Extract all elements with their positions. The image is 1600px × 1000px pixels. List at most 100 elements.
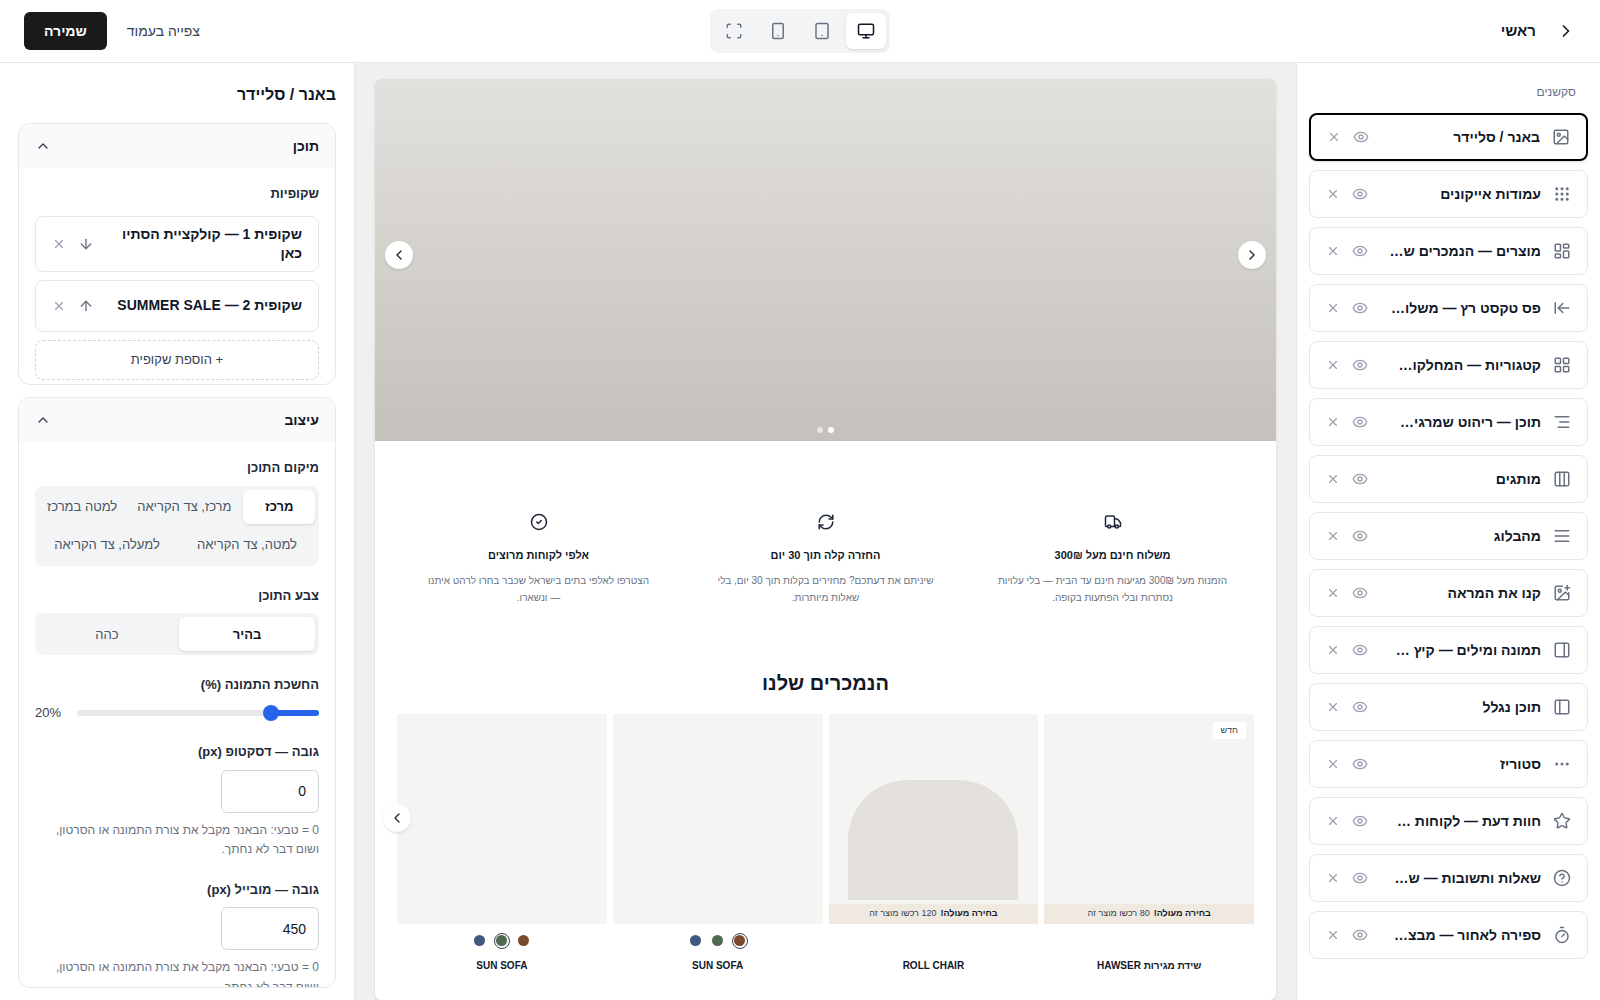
eye-icon[interactable] [1352,585,1368,601]
save-button[interactable]: שמירה [24,12,107,50]
eye-icon[interactable] [1352,357,1368,373]
eye-icon[interactable] [1352,756,1368,772]
section-item[interactable]: ספירה לאחור — מבצ… [1309,911,1588,959]
product-card[interactable]: חדשבחירה מעולה!80 רכשו מוצר זהשידת מגירו… [1044,714,1254,973]
card-header[interactable]: עיצוב [19,398,335,442]
section-type-icon [1553,926,1571,944]
section-type-icon [1553,470,1571,488]
eye-icon[interactable] [1352,642,1368,658]
close-icon[interactable] [1326,757,1340,771]
close-icon[interactable] [1326,928,1340,942]
view-page-link[interactable]: צפייה בעמוד [119,13,208,50]
section-item[interactable]: סטוריז [1309,740,1588,788]
section-type-icon [1553,185,1571,203]
color-swatch[interactable] [516,933,532,949]
color-swatch[interactable] [688,933,704,949]
eye-icon[interactable] [1352,870,1368,886]
banner-dot[interactable] [828,427,834,433]
segment-option[interactable]: מרכז [243,490,315,524]
close-icon[interactable] [1326,814,1340,828]
section-item[interactable]: עמודות אייקונים [1309,170,1588,218]
product-promo: בחירה מעולה!120 רכשו מוצר זה [829,904,1039,924]
color-swatch[interactable] [472,933,488,949]
close-icon[interactable] [1326,358,1340,372]
banner-prev-button[interactable] [385,241,413,269]
eye-icon[interactable] [1352,813,1368,829]
card-header[interactable]: תוכן [19,124,335,168]
remove-icon[interactable] [52,237,66,251]
device-button[interactable] [802,13,842,49]
segment-option[interactable]: מרכז, צד הקריאה [129,490,239,524]
eye-icon[interactable] [1353,129,1369,145]
eye-icon[interactable] [1352,300,1368,316]
section-item[interactable]: קטגוריות — המחלקו… [1309,341,1588,389]
section-type-icon [1553,698,1571,716]
back-button[interactable]: ראשי [1501,20,1576,43]
color-swatch[interactable] [710,933,726,949]
close-icon[interactable] [1326,472,1340,486]
section-item[interactable]: חוות דעת — לקוחות … [1309,797,1588,845]
banner-dot[interactable] [817,427,823,433]
segment-option[interactable]: למעלה, צד הקריאה [39,528,175,562]
section-item[interactable]: תמונה ומילים — קיץ … [1309,626,1588,674]
overlay-slider[interactable] [77,710,319,716]
slide-item[interactable]: שקופית 2 — SUMMER SALE [35,280,319,332]
close-icon[interactable] [1326,244,1340,258]
device-button[interactable] [714,13,754,49]
page-builder: ראשי צפייה בעמוד שמירה סקשנים באנר / סליידר ע… [0,0,1600,1000]
eye-icon[interactable] [1352,471,1368,487]
feature-icon [530,513,548,531]
slider-thumb[interactable] [263,705,279,721]
add-slide-button[interactable]: + הוספת שקופית [35,340,319,380]
eye-icon[interactable] [1352,243,1368,259]
slide-item[interactable]: שקופית 1 — קולקציית הסתיו כאן [35,216,319,273]
section-item[interactable]: מהבלוג [1309,512,1588,560]
segment-option[interactable]: למטה, צד הקריאה [179,528,315,562]
height-input[interactable] [221,907,319,950]
device-button[interactable] [758,13,798,49]
close-icon[interactable] [1326,586,1340,600]
product-name: SUN SOFA [613,958,823,973]
remove-icon[interactable] [52,299,66,313]
eye-icon[interactable] [1352,528,1368,544]
section-type-icon [1553,869,1571,887]
section-item[interactable]: מוצרים — הנמכרים ש… [1309,227,1588,275]
close-icon[interactable] [1326,301,1340,315]
color-swatch[interactable] [732,933,748,949]
product-card[interactable]: SUN SOFA [613,714,823,973]
products-prev-button[interactable] [383,804,411,832]
section-type-icon [1553,755,1571,773]
close-icon[interactable] [1326,187,1340,201]
fullscreen-icon [725,22,743,40]
segment-option[interactable]: כהה [39,617,175,651]
eye-icon[interactable] [1352,186,1368,202]
move-up-icon[interactable] [78,298,94,314]
section-item[interactable]: תוכן נגלל [1309,683,1588,731]
eye-icon[interactable] [1352,414,1368,430]
segment-option[interactable]: בהיר [179,617,315,651]
section-item[interactable]: פס טקסט רץ — משלו… [1309,284,1588,332]
eye-icon[interactable] [1352,927,1368,943]
product-card[interactable]: בחירה מעולה!120 רכשו מוצר זהROLL CHAIR [829,714,1039,973]
product-card[interactable]: SUN SOFA [397,714,607,973]
banner-next-button[interactable] [1238,241,1266,269]
close-icon[interactable] [1326,415,1340,429]
height-input[interactable] [221,770,319,813]
section-item[interactable]: תוכן — ריהוט שמרגי… [1309,398,1588,446]
color-swatch[interactable] [494,933,510,949]
section-item[interactable]: קנו את המראה [1309,569,1588,617]
segment-option[interactable]: למטה במרכז [39,490,125,524]
sections-title: סקשנים [1309,83,1588,101]
close-icon[interactable] [1326,529,1340,543]
section-item[interactable]: באנר / סליידר [1309,113,1588,161]
chevron-right-icon [1244,247,1260,263]
device-button[interactable] [846,13,886,49]
section-item[interactable]: מותגים [1309,455,1588,503]
section-item[interactable]: שאלות ותשובות — ש… [1309,854,1588,902]
close-icon[interactable] [1326,700,1340,714]
eye-icon[interactable] [1352,699,1368,715]
close-icon[interactable] [1326,871,1340,885]
move-down-icon[interactable] [78,236,94,252]
close-icon[interactable] [1326,643,1340,657]
close-icon[interactable] [1327,130,1341,144]
